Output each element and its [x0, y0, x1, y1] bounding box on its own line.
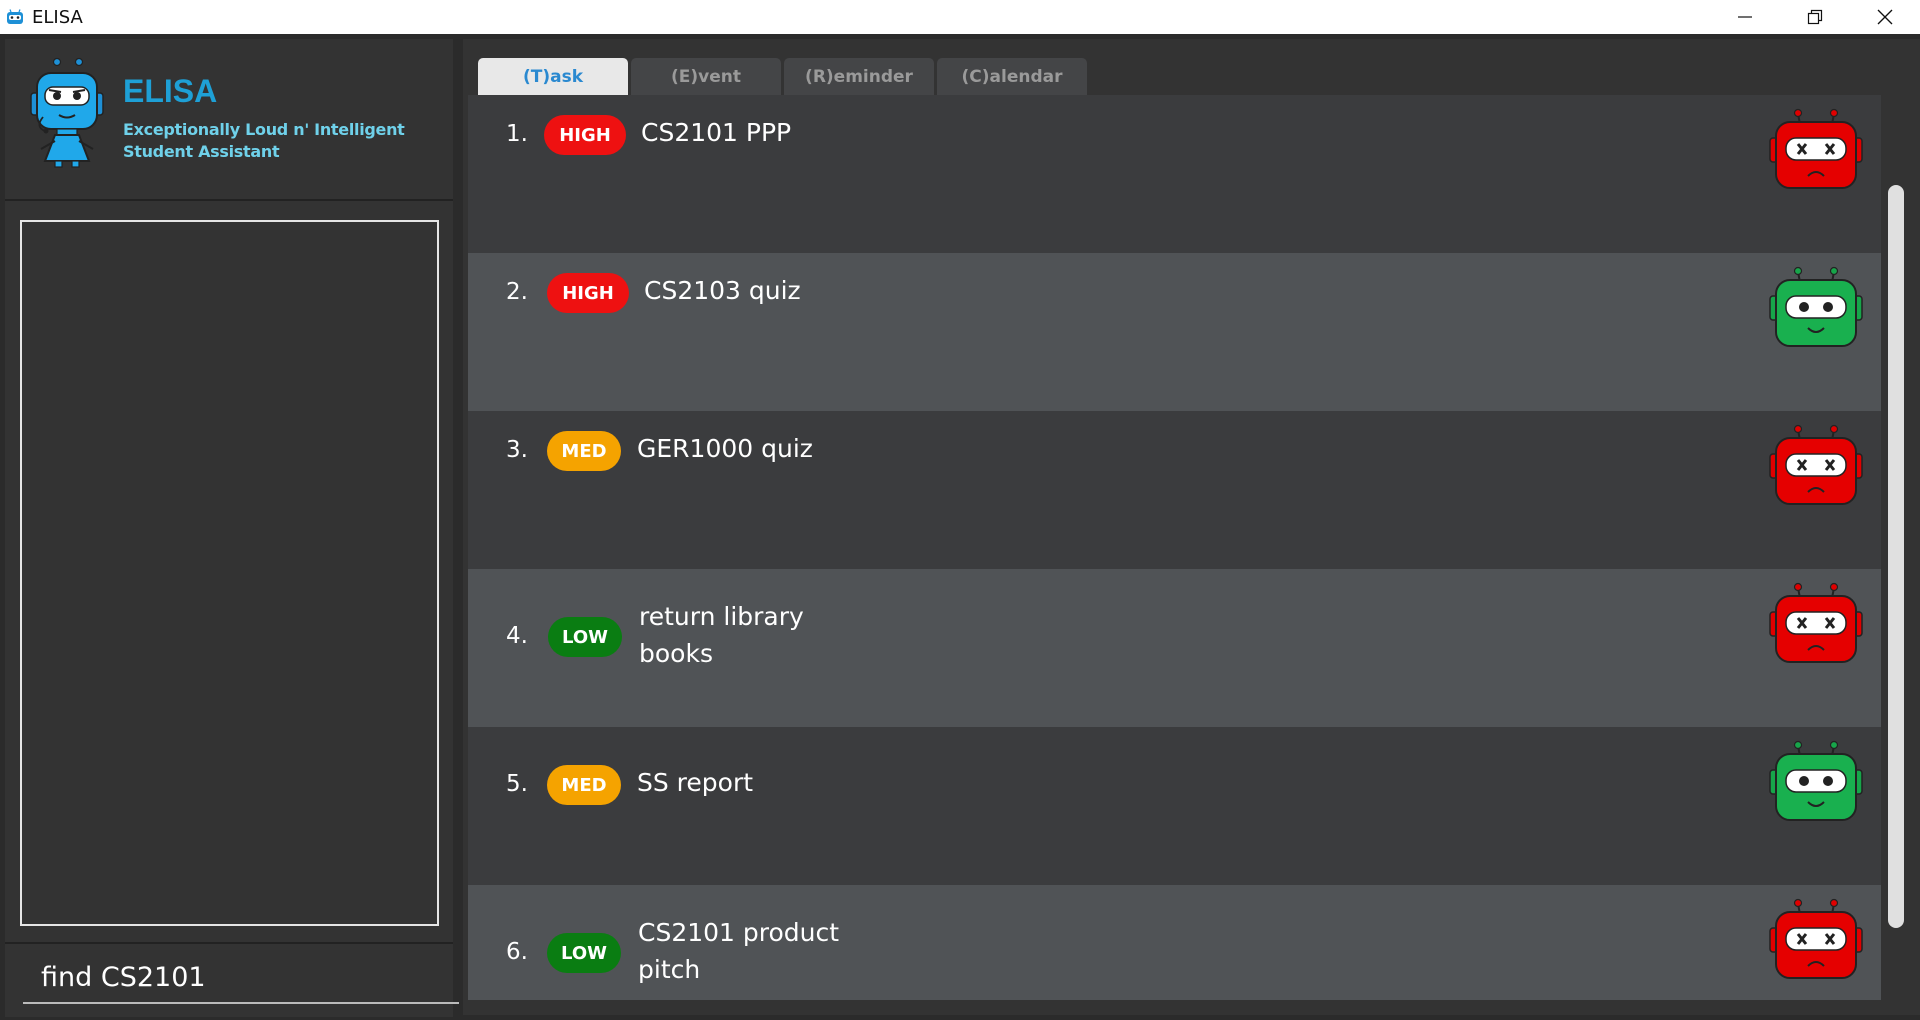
priority-badge: HIGH — [544, 115, 626, 155]
sad-robot-icon — [1769, 582, 1863, 663]
task-row[interactable]: 4. LOW return library books — [468, 569, 1881, 727]
main-panel: (T)ask (E)vent (R)eminder (C)alendar 1. … — [463, 39, 1920, 1015]
command-input[interactable] — [23, 952, 459, 1004]
task-description: SS report — [637, 764, 753, 801]
task-description-line: books — [639, 639, 713, 668]
task-description-line: return library — [639, 602, 804, 631]
task-description: CS2101 product pitch — [638, 914, 839, 988]
task-index: 6. — [506, 939, 528, 965]
close-icon — [1877, 9, 1893, 25]
task-description-line: CS2101 PPP — [641, 118, 792, 147]
happy-robot-icon — [1769, 266, 1863, 347]
window-title: ELISA — [32, 7, 83, 28]
close-button[interactable] — [1850, 0, 1920, 34]
task-index: 2. — [506, 279, 528, 305]
tagline-line-1: Exceptionally Loud n' Intelligent — [123, 120, 405, 139]
task-description: return library books — [639, 598, 804, 672]
view-tabs: (T)ask (E)vent (R)eminder (C)alendar — [478, 58, 1090, 95]
app-robot-icon — [7, 9, 23, 24]
task-list: 1. HIGH CS2101 PPP 2. HIGH CS2103 quiz 3… — [468, 95, 1881, 1000]
tab-calendar[interactable]: (C)alendar — [937, 58, 1087, 95]
task-row[interactable]: 1. HIGH CS2101 PPP — [468, 95, 1881, 253]
task-description-line: GER1000 quiz — [637, 434, 813, 463]
sad-robot-icon — [1769, 108, 1863, 189]
task-index: 1. — [506, 121, 528, 147]
minimize-button[interactable] — [1710, 0, 1780, 34]
sad-robot-icon — [1769, 424, 1863, 505]
elisa-robot-logo-icon — [30, 57, 104, 168]
restore-icon — [1807, 9, 1823, 25]
app-tagline: Exceptionally Loud n' Intelligent Studen… — [123, 119, 405, 163]
task-row[interactable]: 2. HIGH CS2103 quiz — [468, 253, 1881, 411]
task-description-line: CS2103 quiz — [644, 276, 801, 305]
window-titlebar: ELISA — [0, 0, 1920, 34]
restore-button[interactable] — [1780, 0, 1850, 34]
response-output-box — [20, 220, 439, 926]
task-row[interactable]: 5. MED SS report — [468, 727, 1881, 885]
task-index: 5. — [506, 771, 528, 797]
task-description-line: CS2101 product — [638, 918, 840, 947]
minimize-icon — [1738, 16, 1752, 18]
task-description-line: SS report — [637, 768, 754, 797]
sad-robot-icon — [1769, 898, 1863, 979]
happy-robot-icon — [1769, 740, 1863, 821]
app-name: ELISA — [123, 73, 218, 109]
priority-badge: MED — [547, 431, 621, 471]
priority-badge: HIGH — [547, 273, 629, 313]
priority-badge: LOW — [548, 617, 622, 657]
command-input-area — [5, 942, 459, 1017]
task-list-scrollbar[interactable] — [1888, 185, 1904, 928]
priority-badge: MED — [547, 765, 621, 805]
brand-header: ELISA Exceptionally Loud n' Intelligent … — [5, 39, 453, 201]
task-description-line: pitch — [638, 955, 701, 984]
priority-badge: LOW — [547, 933, 621, 973]
tab-event[interactable]: (E)vent — [631, 58, 781, 95]
task-index: 3. — [506, 437, 528, 463]
tab-reminder[interactable]: (R)eminder — [784, 58, 934, 95]
task-description: GER1000 quiz — [637, 430, 813, 467]
task-description: CS2101 PPP — [641, 114, 791, 151]
sidebar: ELISA Exceptionally Loud n' Intelligent … — [5, 39, 459, 1017]
tagline-line-2: Student Assistant — [123, 142, 280, 161]
task-row[interactable]: 6. LOW CS2101 product pitch — [468, 885, 1881, 1000]
tab-task[interactable]: (T)ask — [478, 58, 628, 95]
task-row[interactable]: 3. MED GER1000 quiz — [468, 411, 1881, 569]
task-description: CS2103 quiz — [644, 272, 801, 309]
task-index: 4. — [506, 623, 528, 649]
